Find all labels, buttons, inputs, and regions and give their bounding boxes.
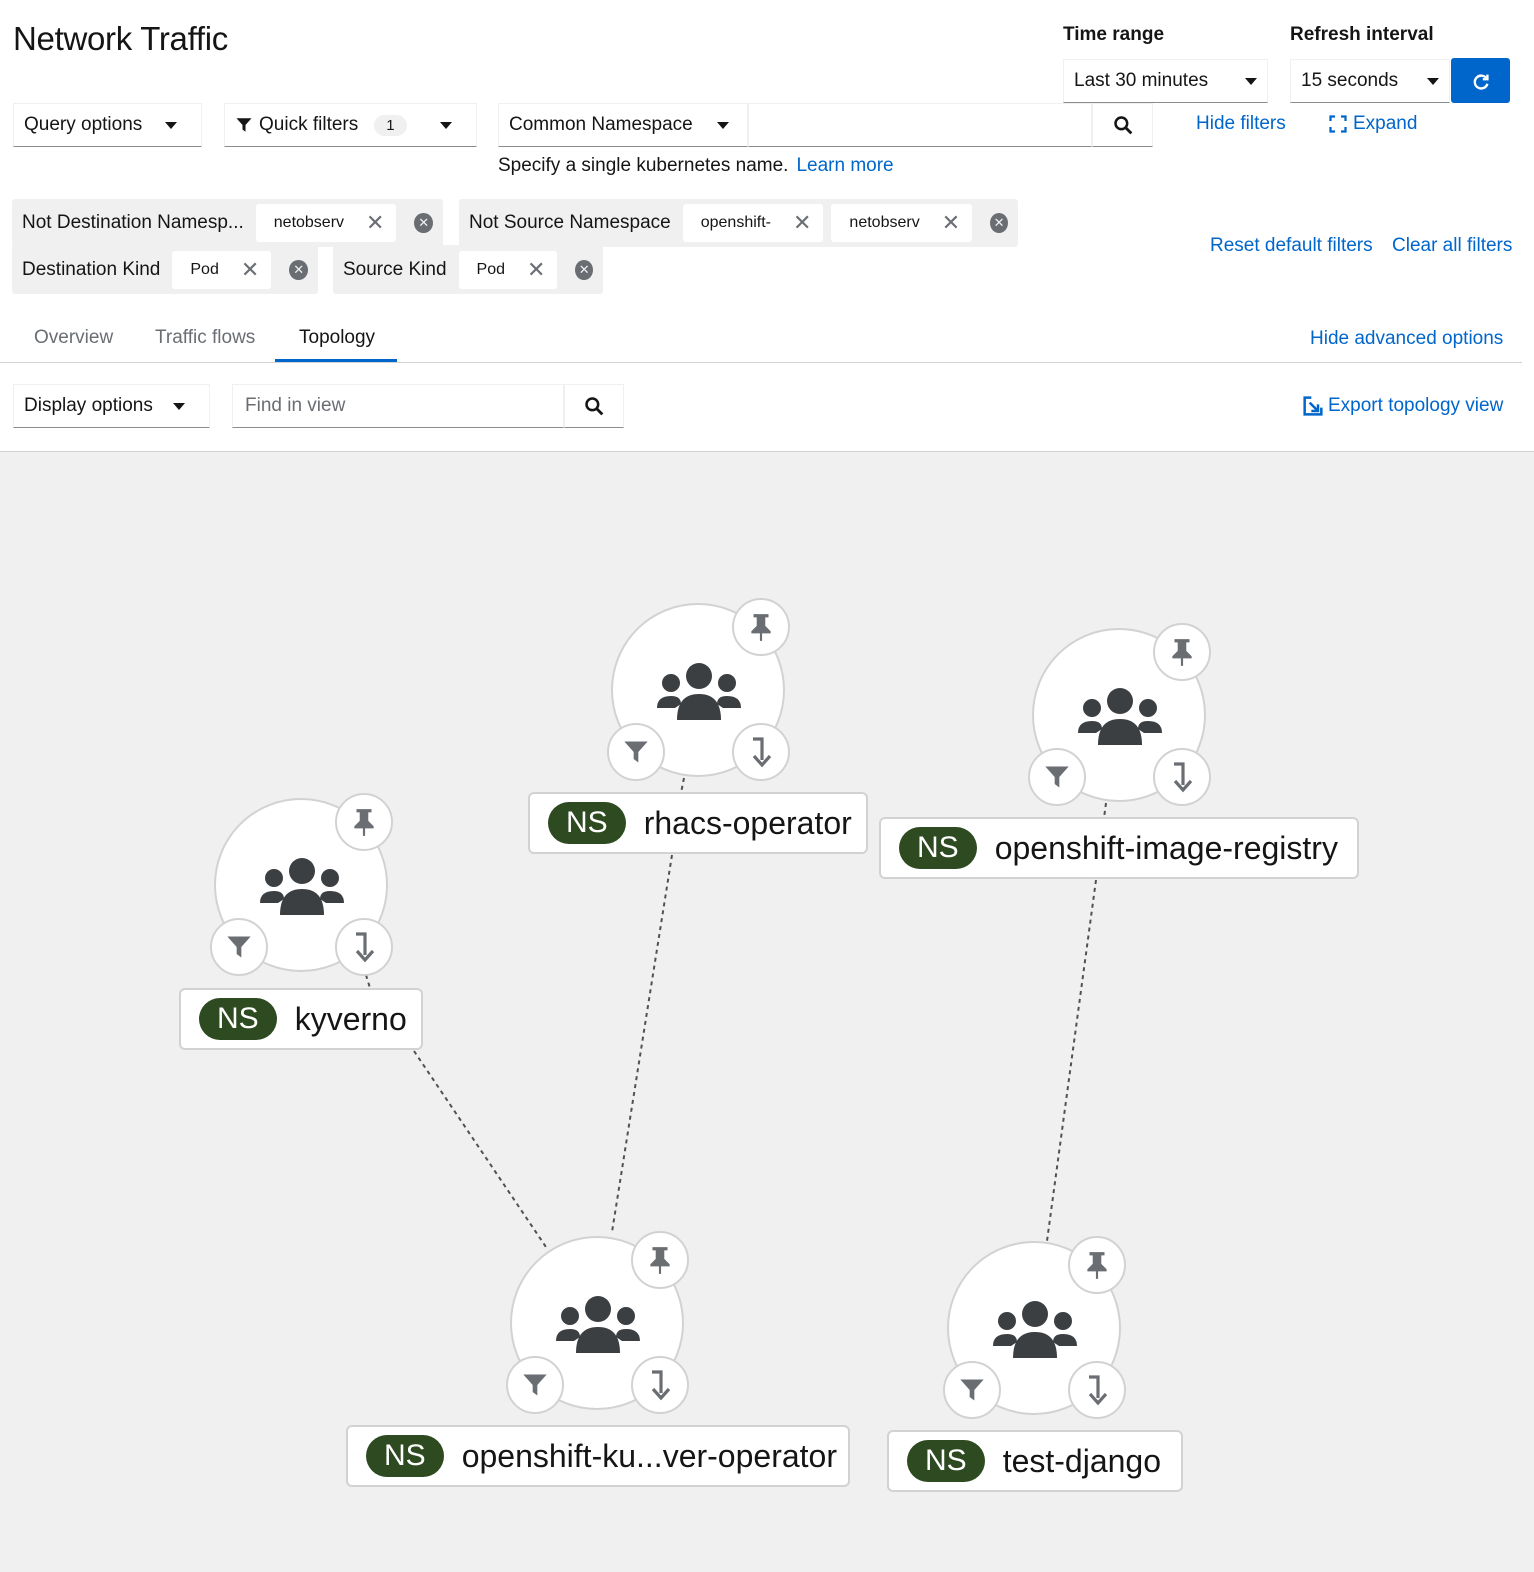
filter-icon (624, 741, 648, 763)
filter-button[interactable] (210, 918, 268, 976)
filter-button[interactable] (607, 723, 665, 781)
group-icon (556, 1296, 640, 1353)
node-name: openshift-ku...ver-operator (461, 1437, 837, 1474)
edge (413, 1050, 549, 1251)
topology-node-label[interactable]: NS test-django (887, 1430, 1183, 1492)
ns-badge: NS (899, 827, 977, 869)
filter-icon (227, 936, 251, 958)
pin-icon (1087, 1252, 1107, 1279)
node-name: kyverno (294, 1000, 407, 1037)
group-icon (260, 858, 344, 915)
pin-button[interactable] (631, 1231, 689, 1289)
group-icon (1078, 688, 1162, 745)
topology-node-label[interactable]: NS rhacs-operator (528, 792, 868, 854)
pin-button[interactable] (1068, 1236, 1126, 1294)
group-icon (657, 663, 741, 720)
edge (1103, 802, 1107, 819)
edge (611, 854, 673, 1233)
step-into-icon (355, 932, 375, 963)
step-into-icon (1088, 1375, 1108, 1406)
ns-badge: NS (199, 998, 277, 1040)
step-into-button[interactable] (631, 1356, 689, 1414)
topology-edges (365, 777, 1107, 1251)
ns-badge: NS (907, 1440, 985, 1482)
node-name: openshift-image-registry (994, 829, 1338, 866)
filter-button[interactable] (506, 1356, 564, 1414)
pin-icon (650, 1247, 670, 1274)
edge (680, 777, 685, 794)
pin-button[interactable] (335, 793, 393, 851)
filter-button[interactable] (1028, 748, 1086, 806)
pin-button[interactable] (1153, 623, 1211, 681)
step-into-button[interactable] (1068, 1361, 1126, 1419)
ns-badge: NS (548, 802, 626, 844)
filter-button[interactable] (943, 1361, 1001, 1419)
edge (1046, 879, 1097, 1242)
pin-icon (354, 809, 374, 836)
step-into-button[interactable] (732, 723, 790, 781)
node-name: rhacs-operator (643, 804, 852, 841)
edge (365, 974, 371, 989)
topology-node-label[interactable]: NS openshift-ku...ver-operator (346, 1425, 850, 1487)
topology-node-label[interactable]: NS kyverno (179, 988, 423, 1050)
pin-icon (751, 614, 771, 641)
topology-node-label[interactable]: NS openshift-image-registry (879, 817, 1359, 879)
group-icon (993, 1301, 1077, 1358)
step-into-icon (1173, 762, 1193, 793)
node-name: test-django (1002, 1442, 1162, 1479)
ns-badge: NS (366, 1435, 444, 1477)
filter-icon (1045, 766, 1069, 788)
filter-icon (960, 1379, 984, 1401)
pin-icon (1172, 639, 1192, 666)
step-into-button[interactable] (1153, 748, 1211, 806)
step-into-icon (752, 737, 772, 768)
filter-icon (523, 1374, 547, 1396)
step-into-icon (651, 1370, 671, 1401)
step-into-button[interactable] (335, 918, 393, 976)
pin-button[interactable] (732, 598, 790, 656)
